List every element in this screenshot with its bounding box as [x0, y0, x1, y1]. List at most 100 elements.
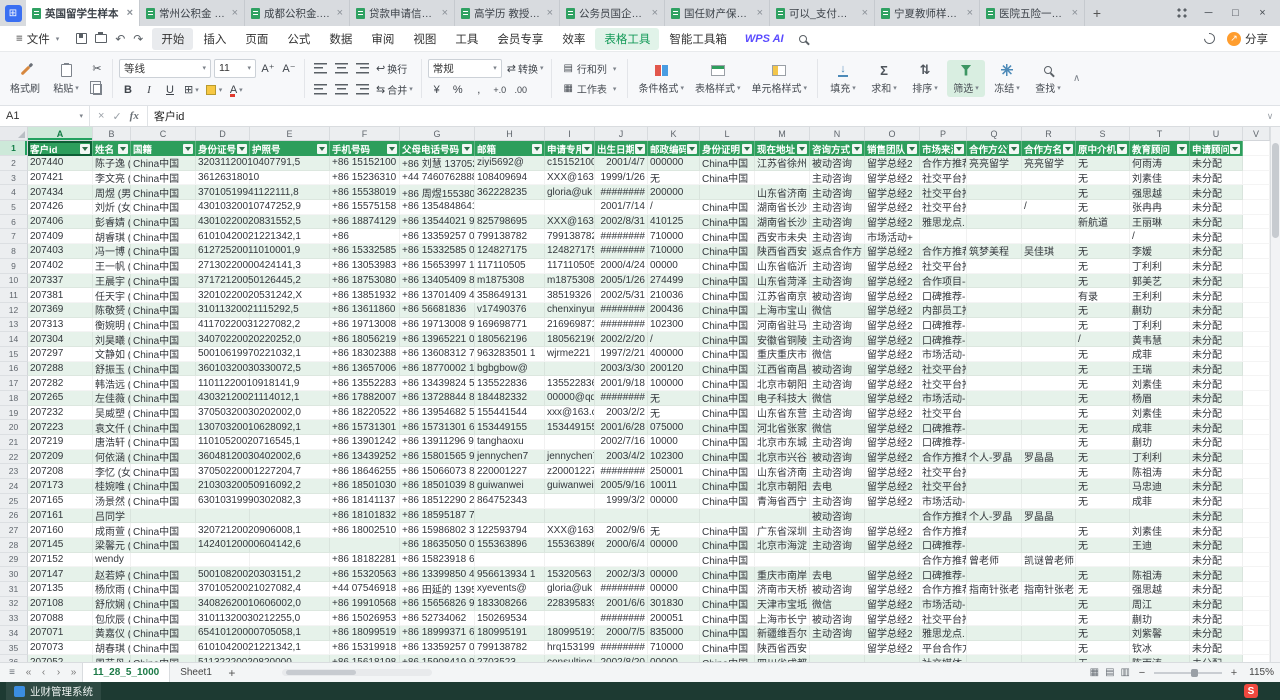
collapse-ribbon-button[interactable]: ∧	[1073, 55, 1080, 102]
cell[interactable]: +86 13405409 88	[400, 274, 475, 289]
cell[interactable]: 电子科技大	[755, 391, 810, 406]
cell[interactable]: 舒振玉 (女	[93, 362, 131, 377]
cell[interactable]	[595, 509, 648, 524]
cell[interactable]: 雅思龙点.	[920, 215, 967, 230]
cell[interactable]: 00000@qq	[545, 391, 595, 406]
column-header[interactable]: 姓名	[93, 141, 131, 156]
cell[interactable]	[1243, 332, 1270, 347]
cell[interactable]: /	[1076, 332, 1130, 347]
cell[interactable]: 主动咨询	[810, 318, 865, 333]
cell[interactable]: hrq153199	[545, 641, 595, 656]
cell[interactable]	[1243, 420, 1270, 435]
maximize-button[interactable]: □	[1222, 0, 1249, 26]
cell[interactable]: 37172120050126445,2	[196, 274, 250, 289]
cell[interactable]: China中国	[131, 362, 196, 377]
cell[interactable]	[330, 538, 400, 553]
align-middle-button[interactable]	[332, 59, 350, 77]
cell[interactable]	[1022, 597, 1076, 612]
cell[interactable]	[196, 509, 250, 524]
cell[interactable]: 留学总经2	[865, 435, 920, 450]
cell[interactable]: 刘昊曦 (女	[93, 332, 131, 347]
cell[interactable]: +86 13439252	[330, 450, 400, 465]
cell[interactable]: 未分配	[1190, 611, 1243, 626]
cell[interactable]: 冯一博 (男	[93, 244, 131, 259]
cell[interactable]: +86 13611860	[330, 303, 400, 318]
cell[interactable]	[1243, 141, 1270, 156]
cell[interactable]	[1022, 611, 1076, 626]
row-number[interactable]: 3	[0, 171, 28, 186]
cell[interactable]: 2003/2/2	[595, 406, 648, 421]
row-number[interactable]: 20	[0, 420, 28, 435]
number-format-select[interactable]: 常规▾	[428, 59, 502, 78]
cell[interactable]: China中国	[700, 479, 755, 494]
cell[interactable]: 153449155	[545, 420, 595, 435]
cell[interactable]: 李忆 (女)	[93, 464, 131, 479]
sheet-tab[interactable]: Sheet1	[170, 663, 222, 682]
cell[interactable]: 北京市朝阳	[755, 376, 810, 391]
cell[interactable]: 2002/2/20	[595, 332, 648, 347]
cell[interactable]: 马忠迪	[1130, 479, 1190, 494]
cell[interactable]: 43010220020831552,5	[196, 215, 250, 230]
cell[interactable]: 180995191	[475, 626, 545, 641]
column-header[interactable]: 客户id	[28, 141, 93, 156]
cell[interactable]: 去电	[810, 479, 865, 494]
save-icon[interactable]	[76, 33, 87, 44]
cell[interactable]: 825798695	[475, 215, 545, 230]
cell[interactable]: 183308266	[475, 597, 545, 612]
cell[interactable]: 无	[648, 171, 700, 186]
page-break-icon[interactable]: ▥	[1121, 667, 1130, 678]
cell[interactable]: +86 13701409 48	[400, 288, 475, 303]
cell[interactable]: 102300	[648, 318, 700, 333]
filter-icon[interactable]	[80, 144, 90, 154]
cell[interactable]	[1243, 655, 1270, 662]
sort-button[interactable]: ⇅排序▾	[906, 60, 944, 97]
cell[interactable]: 2001/6/28	[595, 420, 648, 435]
filter-icon[interactable]	[797, 144, 807, 154]
cell[interactable]	[1022, 435, 1076, 450]
align-top-button[interactable]	[311, 59, 329, 77]
cell[interactable]: China中国	[700, 464, 755, 479]
cell[interactable]	[1243, 479, 1270, 494]
wrap-text-button[interactable]: ↩换行	[374, 59, 409, 77]
conditional-format-button[interactable]: 条件格式▾	[634, 60, 688, 97]
cell[interactable]: 135522836	[545, 376, 595, 391]
cell[interactable]	[967, 406, 1022, 421]
cell[interactable]: +86 刘慧 137052	[400, 156, 475, 171]
cell[interactable]: 周艺丹 (女	[93, 655, 131, 662]
cell[interactable]: China中国	[131, 538, 196, 553]
cell[interactable]	[1130, 509, 1190, 524]
cell[interactable]: 主动咨询	[810, 332, 865, 347]
sum-button[interactable]: Σ求和▾	[865, 60, 903, 97]
cell[interactable]: 13070320010628092,1	[196, 420, 250, 435]
cell[interactable]: China中国	[131, 523, 196, 538]
cell[interactable]: +86	[330, 229, 400, 244]
row-number[interactable]: 22	[0, 450, 28, 465]
column-header[interactable]: 国籍	[131, 141, 196, 156]
cell[interactable]: +86 15152100	[330, 156, 400, 171]
cell[interactable]: 留学总经2	[865, 185, 920, 200]
add-sheet-button[interactable]: +	[224, 666, 240, 680]
row-number[interactable]: 11	[0, 288, 28, 303]
cell[interactable]	[1243, 259, 1270, 274]
cell[interactable]: 陈雨涛	[1130, 655, 1190, 662]
column-letter[interactable]: A	[28, 127, 93, 140]
cell[interactable]: 00000	[648, 655, 700, 662]
cell[interactable]	[250, 553, 330, 568]
cell[interactable]: 2001/6/6	[595, 597, 648, 612]
cell[interactable]: China中国	[131, 626, 196, 641]
cell[interactable]: +86 17882007	[330, 391, 400, 406]
cell[interactable]: 未分配	[1190, 244, 1243, 259]
cell[interactable]: +86 18753080	[330, 274, 400, 289]
cell[interactable]: China中国	[700, 171, 755, 186]
cell[interactable]: jennychen7	[475, 450, 545, 465]
cell[interactable]: 舒欣娴 (女	[93, 597, 131, 612]
cell[interactable]: 个人-罗晶	[967, 509, 1022, 524]
cell[interactable]: China中国	[131, 288, 196, 303]
cell[interactable]: 何雨涛	[1130, 156, 1190, 171]
cell[interactable]: 何依涵 (女	[93, 450, 131, 465]
cell[interactable]: ########	[595, 582, 648, 597]
cell[interactable]: +86 18302388	[330, 347, 400, 362]
cell[interactable]: 主动咨询	[810, 185, 865, 200]
cell[interactable]: +86 13544021 98	[400, 215, 475, 230]
column-header[interactable]: 身份证号	[196, 141, 250, 156]
